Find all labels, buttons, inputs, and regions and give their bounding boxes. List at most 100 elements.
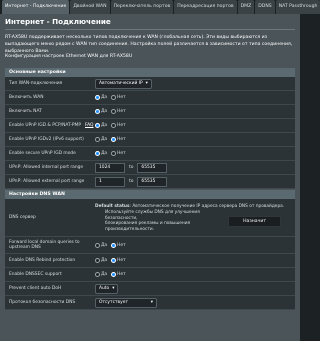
radio-off-icon xyxy=(111,95,117,100)
faq-link[interactable]: FAQ xyxy=(85,123,94,129)
radio-on-icon xyxy=(95,123,100,128)
wan-type-select[interactable]: Автоматический IP ▾ xyxy=(95,78,152,89)
wan-type-value: Автоматический IP xyxy=(99,80,143,86)
upnp-v2-label: Enable UPnP IGDv2 (IPv6 support) xyxy=(9,136,84,142)
tab-nat-passthrough[interactable]: NAT Passthrough xyxy=(275,0,320,14)
dnssec-label: Enable DNSSEC support xyxy=(9,271,62,277)
chevron-down-icon: ▾ xyxy=(150,299,153,305)
forward-yes-radio[interactable]: Да xyxy=(95,242,108,248)
upnp-secure-yes-radio[interactable]: Да xyxy=(95,151,107,156)
tab-internet-connection[interactable]: Интернет - Подключение xyxy=(2,0,70,14)
radio-no-label: Нет xyxy=(117,272,126,277)
prevent-doh-label: Prevent client auto DoH xyxy=(9,285,62,291)
radio-yes-label: Да xyxy=(101,109,108,114)
page-title: Интернет - Подключение xyxy=(5,17,111,26)
forward-no-radio[interactable]: Нет xyxy=(111,242,126,248)
dns-hint-block: Используйте службы DNS для улучшения без… xyxy=(95,210,295,232)
enable-wan-no-radio[interactable]: Нет xyxy=(111,95,126,100)
upnp-row: Enable UPnP IGD & PCP/NAT-PMP FAQ Да Нет xyxy=(5,119,295,133)
enable-nat-yes-radio[interactable]: Да xyxy=(95,109,107,114)
upnp-label-cell: Enable UPnP IGD & PCP/NAT-PMP FAQ xyxy=(5,123,95,129)
upnp-label: Enable UPnP IGD & PCP/NAT-PMP xyxy=(9,122,81,128)
enable-wan-label: Включить WAN xyxy=(9,94,44,100)
prevent-doh-row: Prevent client auto DoH Auto ▾ xyxy=(5,282,295,296)
radio-yes-label: Да xyxy=(101,95,108,100)
radio-off-icon xyxy=(95,258,100,263)
radio-off-icon xyxy=(95,242,100,248)
tab-dmz[interactable]: DMZ xyxy=(237,0,255,14)
tab-port-trigger[interactable]: Переключатель портов xyxy=(110,0,174,14)
radio-on-icon xyxy=(111,242,117,248)
dns-settings-section: Настройки DNS WAN DNS сервер Default sta… xyxy=(5,190,295,310)
radio-off-icon xyxy=(111,123,117,128)
external-port-to-input[interactable]: 65535 xyxy=(137,176,168,187)
external-port-range-label: UPnP: Allowed external port range xyxy=(9,178,85,184)
default-status-label: Default status xyxy=(95,203,130,209)
enable-nat-no-radio[interactable]: Нет xyxy=(111,109,126,114)
chevron-down-icon: ▾ xyxy=(145,80,148,86)
dns-server-row: DNS сервер Default status: Автоматическо… xyxy=(5,199,295,237)
radio-yes-label: Да xyxy=(101,151,108,156)
forward-local-domain-row: Forward local domain queries to upstream… xyxy=(5,237,295,254)
external-port-from-input[interactable]: 1 xyxy=(95,176,125,187)
assign-dns-button[interactable]: Назначит xyxy=(228,215,281,227)
prevent-doh-select[interactable]: Auto ▾ xyxy=(95,283,119,294)
external-port-range-row: UPnP: Allowed external port range 1 to 6… xyxy=(5,175,295,189)
dns-rebind-label: Enable DNS Rebind protection xyxy=(9,257,76,263)
dns-hint-text: Используйте службы DNS для улучшения без… xyxy=(95,210,228,232)
radio-on-icon xyxy=(111,272,117,277)
tab-dual-wan[interactable]: Двойной WAN xyxy=(70,0,110,14)
enable-wan-yes-radio[interactable]: Да xyxy=(95,95,107,100)
upnp-secure-no-radio[interactable]: Нет xyxy=(111,151,126,156)
radio-off-icon xyxy=(111,151,117,156)
radio-on-icon xyxy=(95,109,100,114)
radio-yes-label: Да xyxy=(101,272,108,277)
forward-local-domain-label: Forward local domain queries to upstream… xyxy=(9,239,80,251)
radio-on-icon xyxy=(111,137,117,142)
wan-type-label: Тип WAN-подключения xyxy=(9,80,63,86)
enable-nat-label: Включить NAT xyxy=(9,108,42,114)
config-subtitle: Конфигурация настроек Ethernet WAN для R… xyxy=(5,54,133,59)
dns-privacy-label: Протокол безопасности DNS xyxy=(9,299,76,305)
dns-hint-line-1: Используйте службы DNS для улучшения без… xyxy=(105,210,200,221)
dns-hint-line-2: блокирования рекламы и повышения произво… xyxy=(105,221,191,232)
dns-status-text: : Автоматическое получение IP адреса сер… xyxy=(129,203,285,209)
dns-privacy-select[interactable]: Отсутствует ▾ xyxy=(95,297,157,308)
range-separator: to xyxy=(129,179,134,184)
dnssec-yes-radio[interactable]: Да xyxy=(95,272,107,277)
tab-port-forwarding[interactable]: Переадресация портов xyxy=(174,0,237,14)
radio-no-label: Нет xyxy=(117,258,126,263)
upnp-no-radio[interactable]: Нет xyxy=(111,123,126,128)
rebind-yes-radio[interactable]: Да xyxy=(95,258,107,263)
range-separator: to xyxy=(129,165,134,170)
dns-privacy-row: Протокол безопасности DNS Отсутствует ▾ xyxy=(5,296,295,310)
radio-off-icon xyxy=(95,137,100,142)
upnp-v2-yes-radio[interactable]: Да xyxy=(95,137,107,142)
radio-yes-label: Да xyxy=(101,123,108,128)
title-divider xyxy=(5,29,295,30)
upnp-v2-no-radio[interactable]: Нет xyxy=(111,137,126,142)
page-description: RT-AX58U поддерживает несколько типов по… xyxy=(5,35,293,54)
radio-on-icon xyxy=(95,95,100,100)
dnssec-no-radio[interactable]: Нет xyxy=(111,272,126,277)
rebind-no-radio[interactable]: Нет xyxy=(111,258,126,263)
internal-port-range-label: UPnP: Allowed internal port range xyxy=(9,164,84,170)
tab-ddns[interactable]: DDNS xyxy=(255,0,275,14)
upnp-yes-radio[interactable]: Да xyxy=(95,123,107,128)
chevron-down-icon: ▾ xyxy=(112,285,115,291)
upnp-v2-row: Enable UPnP IGDv2 (IPv6 support) Да Нет xyxy=(5,133,295,147)
internal-port-from-input[interactable]: 1024 xyxy=(95,162,125,173)
prevent-doh-value: Auto xyxy=(99,285,110,291)
upnp-secure-label: Enable secure UPnP IGD mode xyxy=(9,150,76,156)
radio-no-label: Нет xyxy=(117,95,126,100)
wan-type-row: Тип WAN-подключения Автоматический IP ▾ xyxy=(5,77,295,91)
radio-yes-label: Да xyxy=(101,242,108,248)
internal-port-to-input[interactable]: 65535 xyxy=(137,162,168,173)
radio-no-label: Нет xyxy=(117,109,126,114)
radio-on-icon xyxy=(95,151,100,156)
dns-settings-header: Настройки DNS WAN xyxy=(5,190,295,199)
upnp-secure-row: Enable secure UPnP IGD mode Да Нет xyxy=(5,147,295,161)
dns-server-label: DNS сервер xyxy=(9,214,36,220)
main-content: Интернет - Подключение RT-AX58U поддержи… xyxy=(0,14,300,341)
radio-on-icon xyxy=(111,258,117,263)
